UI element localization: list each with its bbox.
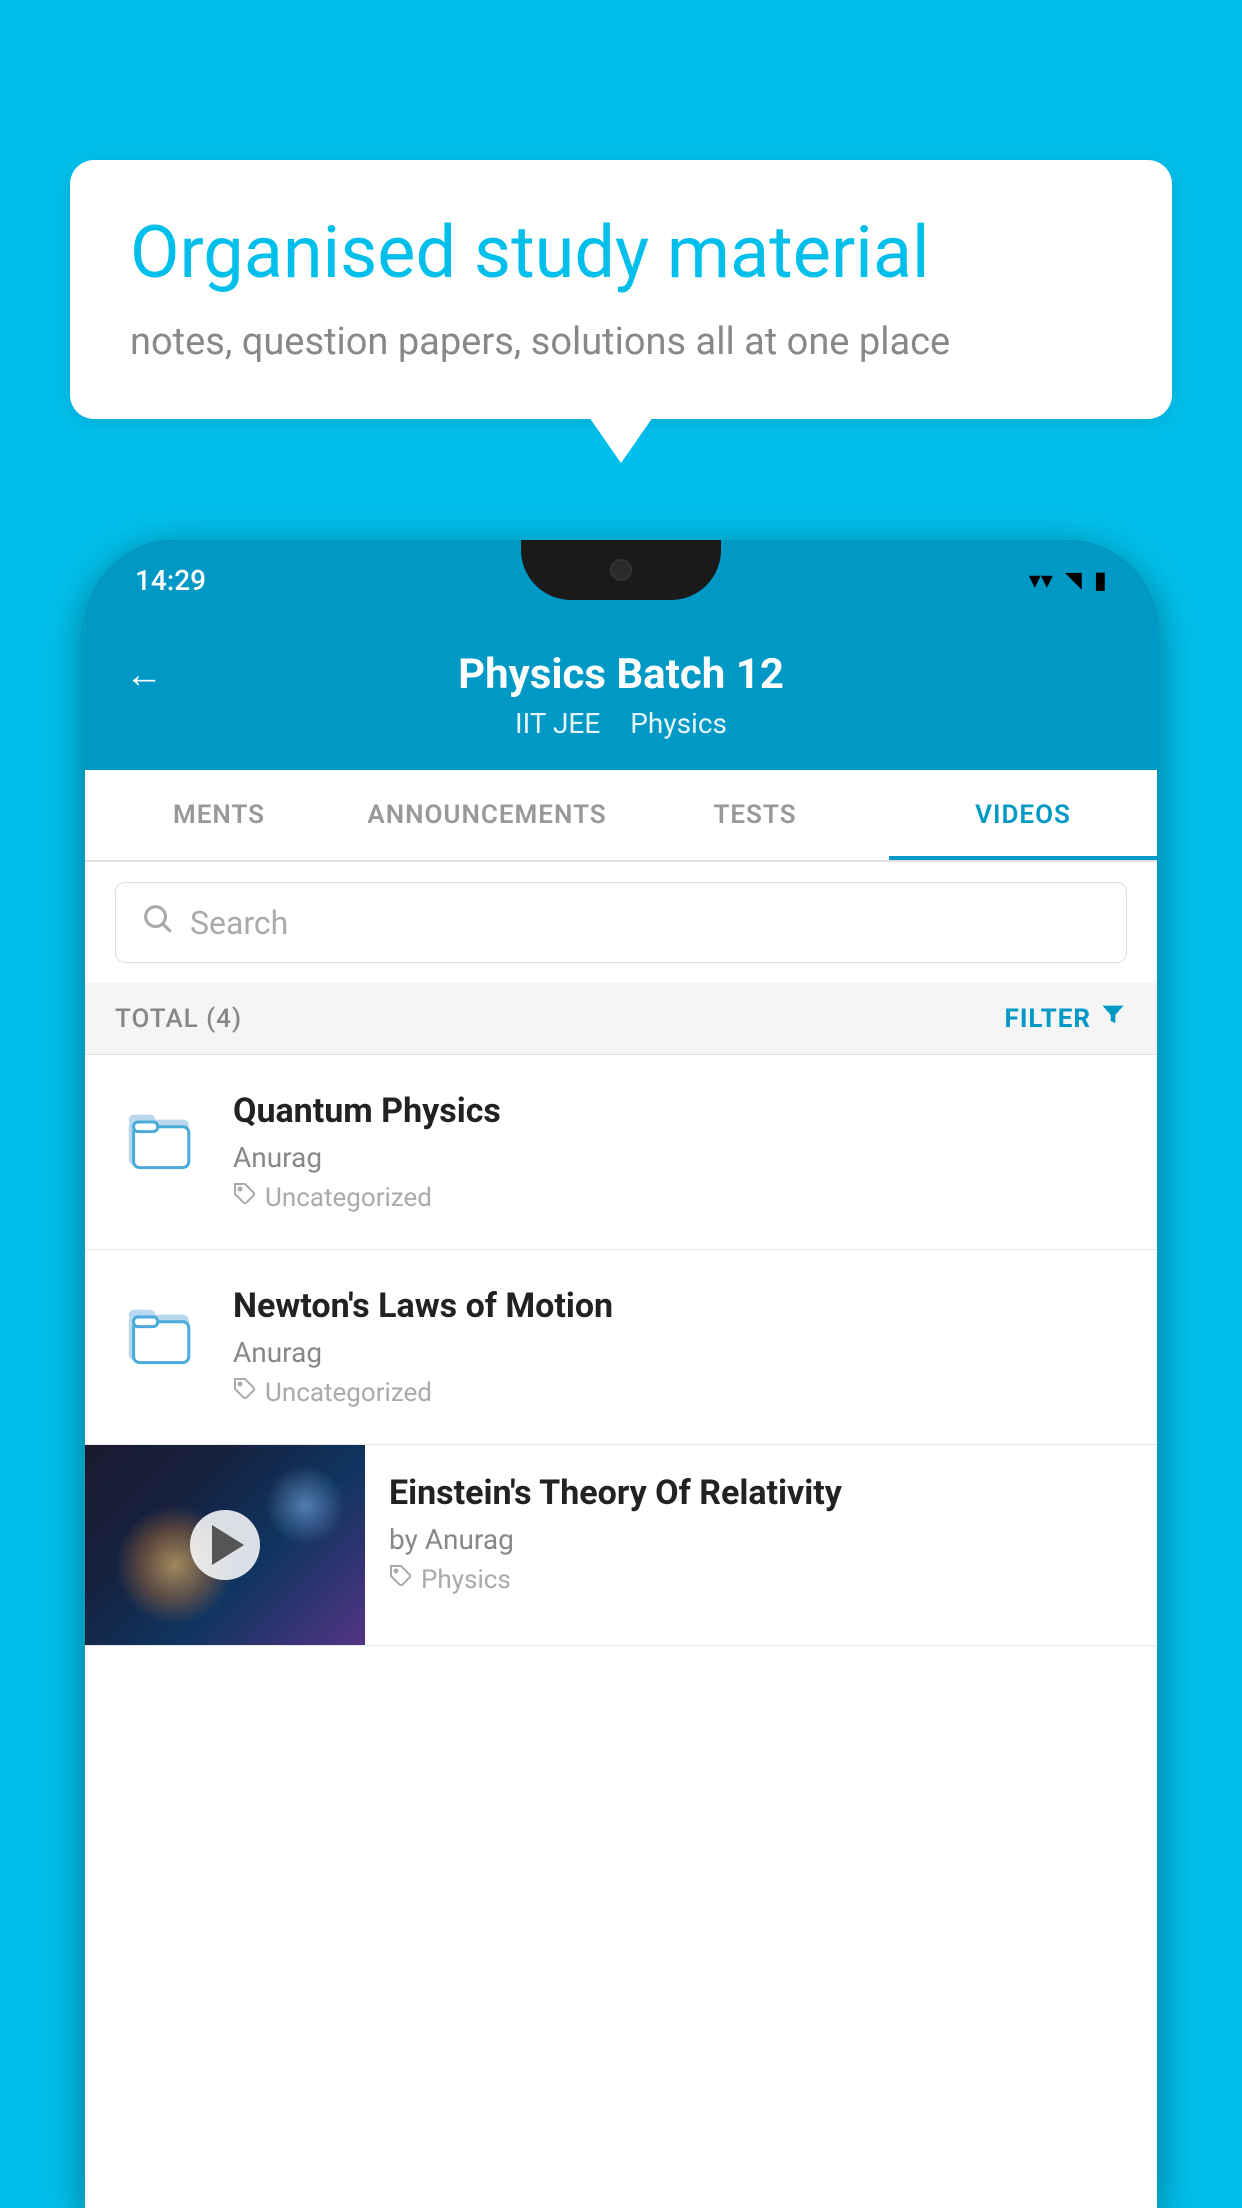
header-row: ← Physics Batch 12 bbox=[125, 650, 1117, 699]
subtitle-physics: Physics bbox=[630, 707, 727, 740]
phone-notch bbox=[521, 540, 721, 600]
item-icon bbox=[115, 1290, 205, 1380]
subtitle-iitjee: IIT JEE bbox=[515, 707, 600, 740]
filter-icon bbox=[1099, 1001, 1127, 1036]
item-content: Newton's Laws of Motion Anurag Uncategor… bbox=[233, 1286, 1127, 1408]
tab-tests[interactable]: TESTS bbox=[621, 770, 889, 860]
item-tag: Uncategorized bbox=[233, 1182, 1127, 1213]
play-button[interactable] bbox=[190, 1510, 260, 1580]
phone-frame: 14:29 ▾▾ ◥ ▮ ← Physics Batch 12 IIT JEE … bbox=[85, 540, 1157, 2208]
item-author: by Anurag bbox=[389, 1523, 1133, 1556]
list-item-thumb[interactable]: Einstein's Theory Of Relativity by Anura… bbox=[85, 1445, 1157, 1646]
tag-icon bbox=[233, 1377, 257, 1408]
tab-announcements[interactable]: ANNOUNCEMENTS bbox=[353, 770, 621, 860]
tab-videos[interactable]: VIDEOS bbox=[889, 770, 1157, 860]
search-input-wrapper[interactable]: Search bbox=[115, 882, 1127, 963]
item-title: Quantum Physics bbox=[233, 1091, 1127, 1131]
tabs-bar: MENTS ANNOUNCEMENTS TESTS VIDEOS bbox=[85, 770, 1157, 862]
item-title: Einstein's Theory Of Relativity bbox=[389, 1473, 1133, 1513]
tab-ments[interactable]: MENTS bbox=[85, 770, 353, 860]
bubble-subtitle: notes, question papers, solutions all at… bbox=[130, 320, 1112, 364]
tag-icon bbox=[389, 1564, 413, 1595]
status-time: 14:29 bbox=[135, 564, 206, 597]
item-tag: Uncategorized bbox=[233, 1377, 1127, 1408]
battery-icon: ▮ bbox=[1094, 566, 1107, 594]
tag-icon bbox=[233, 1182, 257, 1213]
list-item[interactable]: Newton's Laws of Motion Anurag Uncategor… bbox=[85, 1250, 1157, 1445]
thumb-content: Einstein's Theory Of Relativity by Anura… bbox=[365, 1445, 1157, 1623]
wifi-icon: ▾▾ bbox=[1029, 566, 1053, 594]
total-count: TOTAL (4) bbox=[115, 1004, 242, 1034]
camera-dot bbox=[610, 559, 632, 581]
search-bar-container: Search bbox=[85, 862, 1157, 983]
item-author: Anurag bbox=[233, 1141, 1127, 1174]
signal-icon: ◥ bbox=[1065, 568, 1082, 593]
app-title: Physics Batch 12 bbox=[125, 650, 1117, 699]
status-bar: 14:29 ▾▾ ◥ ▮ bbox=[85, 540, 1157, 620]
back-button[interactable]: ← bbox=[125, 653, 163, 697]
item-author: Anurag bbox=[233, 1336, 1127, 1369]
item-content: Quantum Physics Anurag Uncategorized bbox=[233, 1091, 1127, 1213]
thumb-image bbox=[85, 1445, 365, 1645]
list-item[interactable]: Quantum Physics Anurag Uncategorized bbox=[85, 1055, 1157, 1250]
item-tag: Physics bbox=[389, 1564, 1133, 1595]
search-input[interactable]: Search bbox=[190, 904, 288, 942]
speech-bubble: Organised study material notes, question… bbox=[70, 160, 1172, 419]
item-icon bbox=[115, 1095, 205, 1185]
filter-button[interactable]: FILTER bbox=[1005, 1001, 1127, 1036]
status-icons: ▾▾ ◥ ▮ bbox=[1029, 566, 1107, 594]
bubble-title: Organised study material bbox=[130, 210, 1112, 296]
app-header: ← Physics Batch 12 IIT JEE Physics bbox=[85, 620, 1157, 770]
play-triangle-icon bbox=[212, 1525, 244, 1565]
content-list: Quantum Physics Anurag Uncategorized bbox=[85, 1055, 1157, 1646]
thumb-glow2 bbox=[265, 1465, 345, 1545]
phone-screen: ← Physics Batch 12 IIT JEE Physics MENTS… bbox=[85, 620, 1157, 2208]
item-title: Newton's Laws of Motion bbox=[233, 1286, 1127, 1326]
filter-bar: TOTAL (4) FILTER bbox=[85, 983, 1157, 1055]
search-icon bbox=[140, 901, 174, 944]
header-subtitle: IIT JEE Physics bbox=[515, 707, 727, 740]
